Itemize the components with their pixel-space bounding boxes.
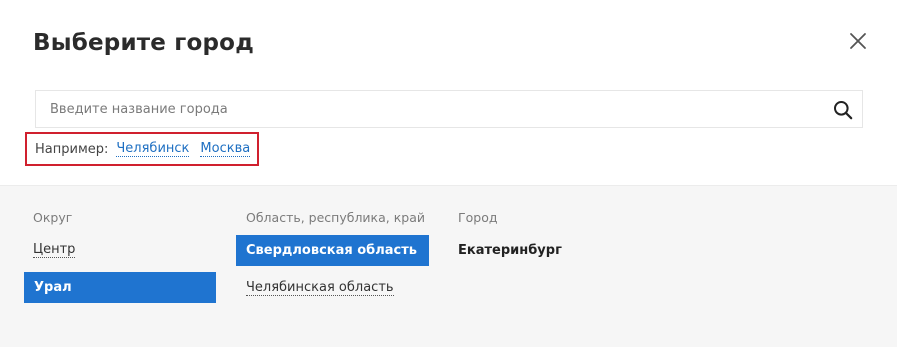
district-item-ural[interactable]: Урал <box>24 272 216 303</box>
example-link-chelyabinsk[interactable]: Челябинск <box>116 141 190 157</box>
city-item-label: Екатеринбург <box>458 243 562 258</box>
search-icon[interactable] <box>833 100 853 120</box>
example-link-moscow[interactable]: Москва <box>200 141 251 157</box>
dialog-title: Выберите город <box>33 30 254 56</box>
region-item-label: Челябинская область <box>246 280 394 296</box>
city-item-ekaterinburg[interactable]: Екатеринбург <box>458 243 562 258</box>
district-item-center[interactable]: Центр <box>33 242 76 258</box>
region-item-chelyabinsk[interactable]: Челябинская область <box>246 280 394 296</box>
district-column-header: Округ <box>33 210 73 225</box>
city-select-dialog: Выберите город Например: Челябинск Москв… <box>0 0 897 347</box>
city-search-box <box>35 90 863 128</box>
example-cities: Например: Челябинск Москва <box>25 132 259 166</box>
district-item-label: Урал <box>34 280 72 295</box>
close-icon <box>850 33 866 49</box>
region-item-label: Свердловская область <box>246 243 418 258</box>
district-item-label: Центр <box>33 242 76 258</box>
close-button[interactable] <box>847 30 869 52</box>
region-item-sverdlovsk[interactable]: Свердловская область <box>236 235 429 266</box>
region-column-header: Область, республика, край <box>246 210 425 225</box>
city-search-input[interactable] <box>36 91 862 127</box>
city-column-header: Город <box>458 210 498 225</box>
location-panel: Округ Центр Урал Область, республика, кр… <box>0 185 897 347</box>
example-label: Например: <box>35 141 109 157</box>
